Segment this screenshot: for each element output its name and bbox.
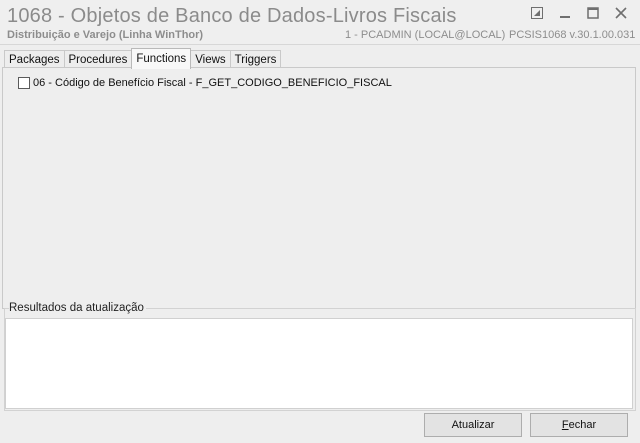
results-label: Resultados da atualização [9, 302, 146, 314]
close-button-mnemonic: F [561, 419, 569, 431]
title-bar: 1068 - Objetos de Banco de Dados-Livros … [0, 0, 640, 45]
maximize-icon[interactable] [584, 4, 602, 22]
window-subtitle: Distribuição e Varejo (Linha WinThor) [7, 29, 204, 41]
update-button[interactable]: Atualizar [424, 413, 522, 437]
functions-panel: 06 - Código de Benefício Fiscal - F_GET_… [2, 67, 636, 309]
close-icon[interactable] [612, 4, 630, 22]
minimize-icon[interactable] [556, 4, 574, 22]
close-button-label: echar [568, 419, 597, 431]
results-textarea[interactable] [5, 318, 633, 409]
function-checkbox[interactable] [18, 77, 30, 89]
object-tabs: Packages Procedures Functions Views Trig… [4, 48, 282, 69]
function-label: 06 - Código de Benefício Fiscal - F_GET_… [33, 77, 392, 89]
close-button[interactable]: Fechar [530, 413, 628, 437]
restore-icon[interactable] [528, 4, 546, 22]
window-controls [528, 4, 630, 22]
user-info: 1 - PCADMIN (LOCAL@LOCAL) [345, 29, 506, 41]
tab-functions[interactable]: Functions [131, 48, 192, 69]
system-version: PCSIS1068 v.30.1.00.031 [509, 29, 636, 41]
window-title: 1068 - Objetos de Banco de Dados-Livros … [7, 5, 457, 27]
function-list-item[interactable]: 06 - Código de Benefício Fiscal - F_GET_… [18, 77, 392, 89]
